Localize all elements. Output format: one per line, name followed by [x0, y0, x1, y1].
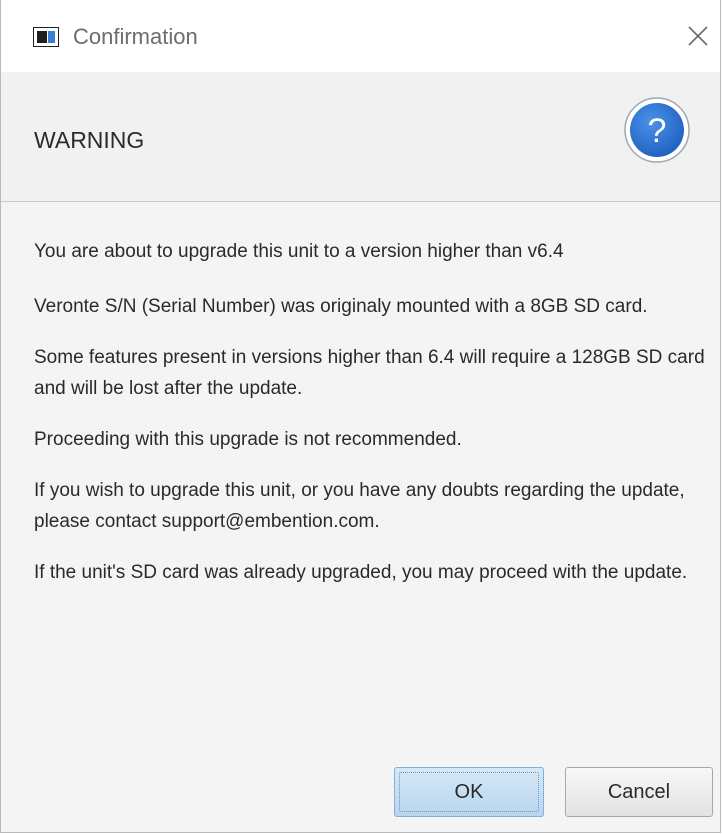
svg-text:?: ?	[648, 112, 667, 150]
confirmation-dialog: Confirmation WARNING ? You are about to …	[0, 0, 721, 833]
close-icon[interactable]	[684, 22, 712, 50]
dialog-header: WARNING ?	[1, 72, 720, 202]
app-window-icon	[33, 27, 59, 47]
message-paragraph: If the unit's SD card was already upgrad…	[34, 562, 688, 583]
ok-button-label: OK	[454, 781, 484, 803]
message-body: You are about to upgrade this unit to a …	[34, 236, 714, 608]
message-paragraph: Some features present in versions higher…	[34, 347, 705, 399]
message-paragraph: If you wish to upgrade this unit, or you…	[34, 480, 685, 532]
message-paragraph: Veronte S/N (Serial Number) was original…	[34, 296, 648, 317]
message-paragraph: Proceeding with this upgrade is not reco…	[34, 429, 462, 450]
cancel-button-label: Cancel	[607, 781, 671, 803]
message-paragraph: You are about to upgrade this unit to a …	[34, 241, 564, 262]
question-mark-icon: ?	[623, 96, 691, 164]
cancel-button[interactable]: Cancel	[565, 767, 713, 817]
ok-button[interactable]: OK	[394, 767, 544, 817]
title-bar[interactable]: Confirmation	[1, 0, 720, 72]
header-title: WARNING	[34, 127, 145, 153]
window-title: Confirmation	[73, 24, 198, 49]
